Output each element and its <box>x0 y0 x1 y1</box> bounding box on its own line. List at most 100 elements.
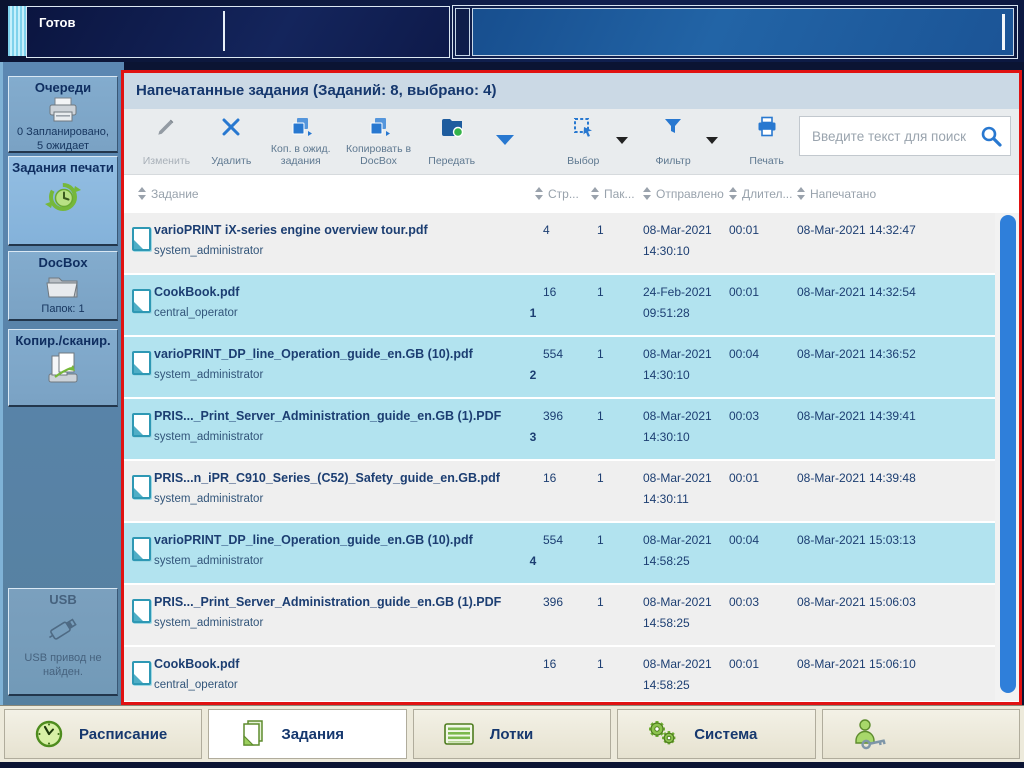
bottom-tab-bar: Расписание Задания Лотки Система <box>0 705 1024 762</box>
document-icon <box>132 289 151 313</box>
tab-schedule[interactable]: Расписание <box>4 709 203 759</box>
printer-queue-icon <box>49 97 77 122</box>
job-duration: 00:03 <box>729 409 760 423</box>
job-sets: 1 <box>597 223 604 237</box>
transfer-folder-icon <box>441 119 463 138</box>
job-pages: 16 <box>543 285 557 299</box>
triangle-down-icon <box>496 135 515 145</box>
print-icon <box>758 116 776 137</box>
tab-login[interactable] <box>821 709 1021 759</box>
edit-label: Изменить <box>142 155 191 167</box>
filter-icon <box>665 119 682 133</box>
queues-subtitle-1: 0 Запланировано, <box>17 126 109 138</box>
table-row[interactable]: PRIS...n_iPR_C910_Series_(C52)_Safety_gu… <box>124 461 1019 523</box>
transfer-button[interactable]: Передать <box>419 115 484 167</box>
search-icon[interactable] <box>978 123 1004 149</box>
print-button[interactable]: Печать <box>734 115 799 167</box>
edit-button[interactable]: Изменить <box>134 115 199 167</box>
job-sent-date: 08-Mar-2021 <box>643 409 712 423</box>
job-sets: 1 <box>597 471 604 485</box>
column-header-sent[interactable]: Отправлено <box>643 187 729 201</box>
queues-subtitle-2: 5 ожидает <box>37 140 89 152</box>
copy-scan-title: Копир./сканир. <box>15 333 111 348</box>
job-sent-time: 14:30:10 <box>643 368 690 382</box>
document-icon <box>132 599 151 623</box>
filter-label: Фильтр <box>655 155 691 167</box>
copy-icon <box>370 118 390 136</box>
sidebar-item-print-jobs[interactable]: Задания печати <box>8 156 118 246</box>
job-printed-datetime: 08-Mar-2021 15:03:13 <box>797 533 916 547</box>
table-row[interactable]: varioPRINT iX-series engine overview tou… <box>124 213 1019 275</box>
filter-button[interactable]: Фильтр <box>641 115 706 167</box>
queues-title: Очереди <box>34 80 92 95</box>
sort-icon <box>591 187 600 200</box>
delete-button[interactable]: Удалить <box>199 115 264 167</box>
document-icon <box>132 537 151 561</box>
tab-trays[interactable]: Лотки <box>412 709 612 759</box>
copy-to-docbox-button[interactable]: Копировать в DocBox <box>338 115 420 167</box>
copy-to-docbox-label: Копировать в DocBox <box>346 143 412 167</box>
column-header-job[interactable]: Задание <box>124 187 535 201</box>
column-header-pages[interactable]: Стр... <box>535 187 591 201</box>
table-row[interactable]: PRIS..._Print_Server_Administration_guid… <box>124 585 1019 647</box>
document-icon <box>132 227 151 251</box>
job-sent-time: 14:58:25 <box>643 616 690 630</box>
panel-title: Напечатанные задания (Заданий: 8, выбран… <box>124 73 1019 109</box>
job-sets: 1 <box>597 347 604 361</box>
usb-icon <box>49 618 77 640</box>
job-name: PRIS..._Print_Server_Administration_guid… <box>154 409 502 423</box>
job-pages: 554 <box>543 347 564 361</box>
sidebar-item-copy-scan[interactable]: Копир./сканир. <box>8 329 118 407</box>
job-sent-date: 08-Mar-2021 <box>643 471 712 485</box>
job-name: varioPRINT iX-series engine overview tou… <box>154 223 428 237</box>
jobs-rows: varioPRINT iX-series engine overview tou… <box>124 213 1019 701</box>
table-row[interactable]: varioPRINT_DP_line_Operation_guide_en.GB… <box>124 523 1019 585</box>
select-dropdown-arrow[interactable] <box>615 137 628 144</box>
scrollbar-thumb[interactable] <box>1000 215 1016 693</box>
copy-icon <box>292 118 312 136</box>
usb-subtitle-2: найден. <box>42 666 83 678</box>
search-input[interactable] <box>810 127 979 145</box>
table-row[interactable]: CookBook.pdf central_operator 16 1 1 24-… <box>124 275 1019 337</box>
table-row[interactable]: CookBook.pdf central_operator 16 1 08-Ma… <box>124 647 1019 701</box>
copy-to-waiting-button[interactable]: Коп. в ожид. задания <box>264 115 338 167</box>
table-row[interactable]: PRIS..._Print_Server_Administration_guid… <box>124 399 1019 461</box>
job-duration: 00:03 <box>729 595 760 609</box>
filter-dropdown-arrow[interactable] <box>705 137 718 144</box>
printer-status-text: Готов <box>39 15 76 30</box>
job-sent-date: 08-Mar-2021 <box>643 657 712 671</box>
sidebar-item-queues[interactable]: Очереди 0 Запланировано, 5 ожидает <box>8 76 118 153</box>
sort-icon <box>643 187 652 200</box>
printed-jobs-panel: Напечатанные задания (Заданий: 8, выбран… <box>121 70 1022 705</box>
column-header-printed[interactable]: Напечатано <box>797 187 993 201</box>
scrollbar-track[interactable] <box>995 213 1019 701</box>
job-sent-date: 08-Mar-2021 <box>643 223 712 237</box>
job-sets: 1 <box>597 285 604 299</box>
gears-icon <box>649 721 676 745</box>
screen-frame-bottom <box>0 762 1024 768</box>
column-header-sets[interactable]: Пак... <box>591 187 643 201</box>
copy-to-waiting-label: Коп. в ожид. задания <box>270 143 331 167</box>
select-icon <box>574 118 593 137</box>
sidebar-item-docbox[interactable]: DocBox Папок: 1 <box>8 251 118 321</box>
more-actions-button[interactable] <box>484 135 527 145</box>
select-button[interactable]: Выбор <box>551 115 616 167</box>
tab-jobs[interactable]: Задания <box>208 709 407 759</box>
column-header-duration[interactable]: Длител... <box>729 187 797 201</box>
jobs-toolbar: Изменить Удалить Коп. в ожид. задания Ко… <box>124 109 1019 175</box>
job-printed-datetime: 08-Mar-2021 15:06:03 <box>797 595 916 609</box>
selection-order-badge: 3 <box>529 430 537 444</box>
sidebar-item-usb[interactable]: USB USB привод не найден. <box>8 588 118 696</box>
job-printed-datetime: 08-Mar-2021 14:32:47 <box>797 223 916 237</box>
job-printed-datetime: 08-Mar-2021 14:36:52 <box>797 347 916 361</box>
document-icon <box>132 351 151 375</box>
tab-trays-label: Лотки <box>489 725 534 743</box>
tab-schedule-label: Расписание <box>79 725 168 743</box>
tab-system-label: Система <box>694 725 758 743</box>
job-sent-date: 24-Feb-2021 <box>643 285 712 299</box>
tab-system[interactable]: Система <box>617 709 816 759</box>
job-duration: 00:04 <box>729 533 760 547</box>
print-jobs-title: Задания печати <box>12 160 114 175</box>
table-row[interactable]: varioPRINT_DP_line_Operation_guide_en.GB… <box>124 337 1019 399</box>
trays-icon <box>444 723 474 745</box>
